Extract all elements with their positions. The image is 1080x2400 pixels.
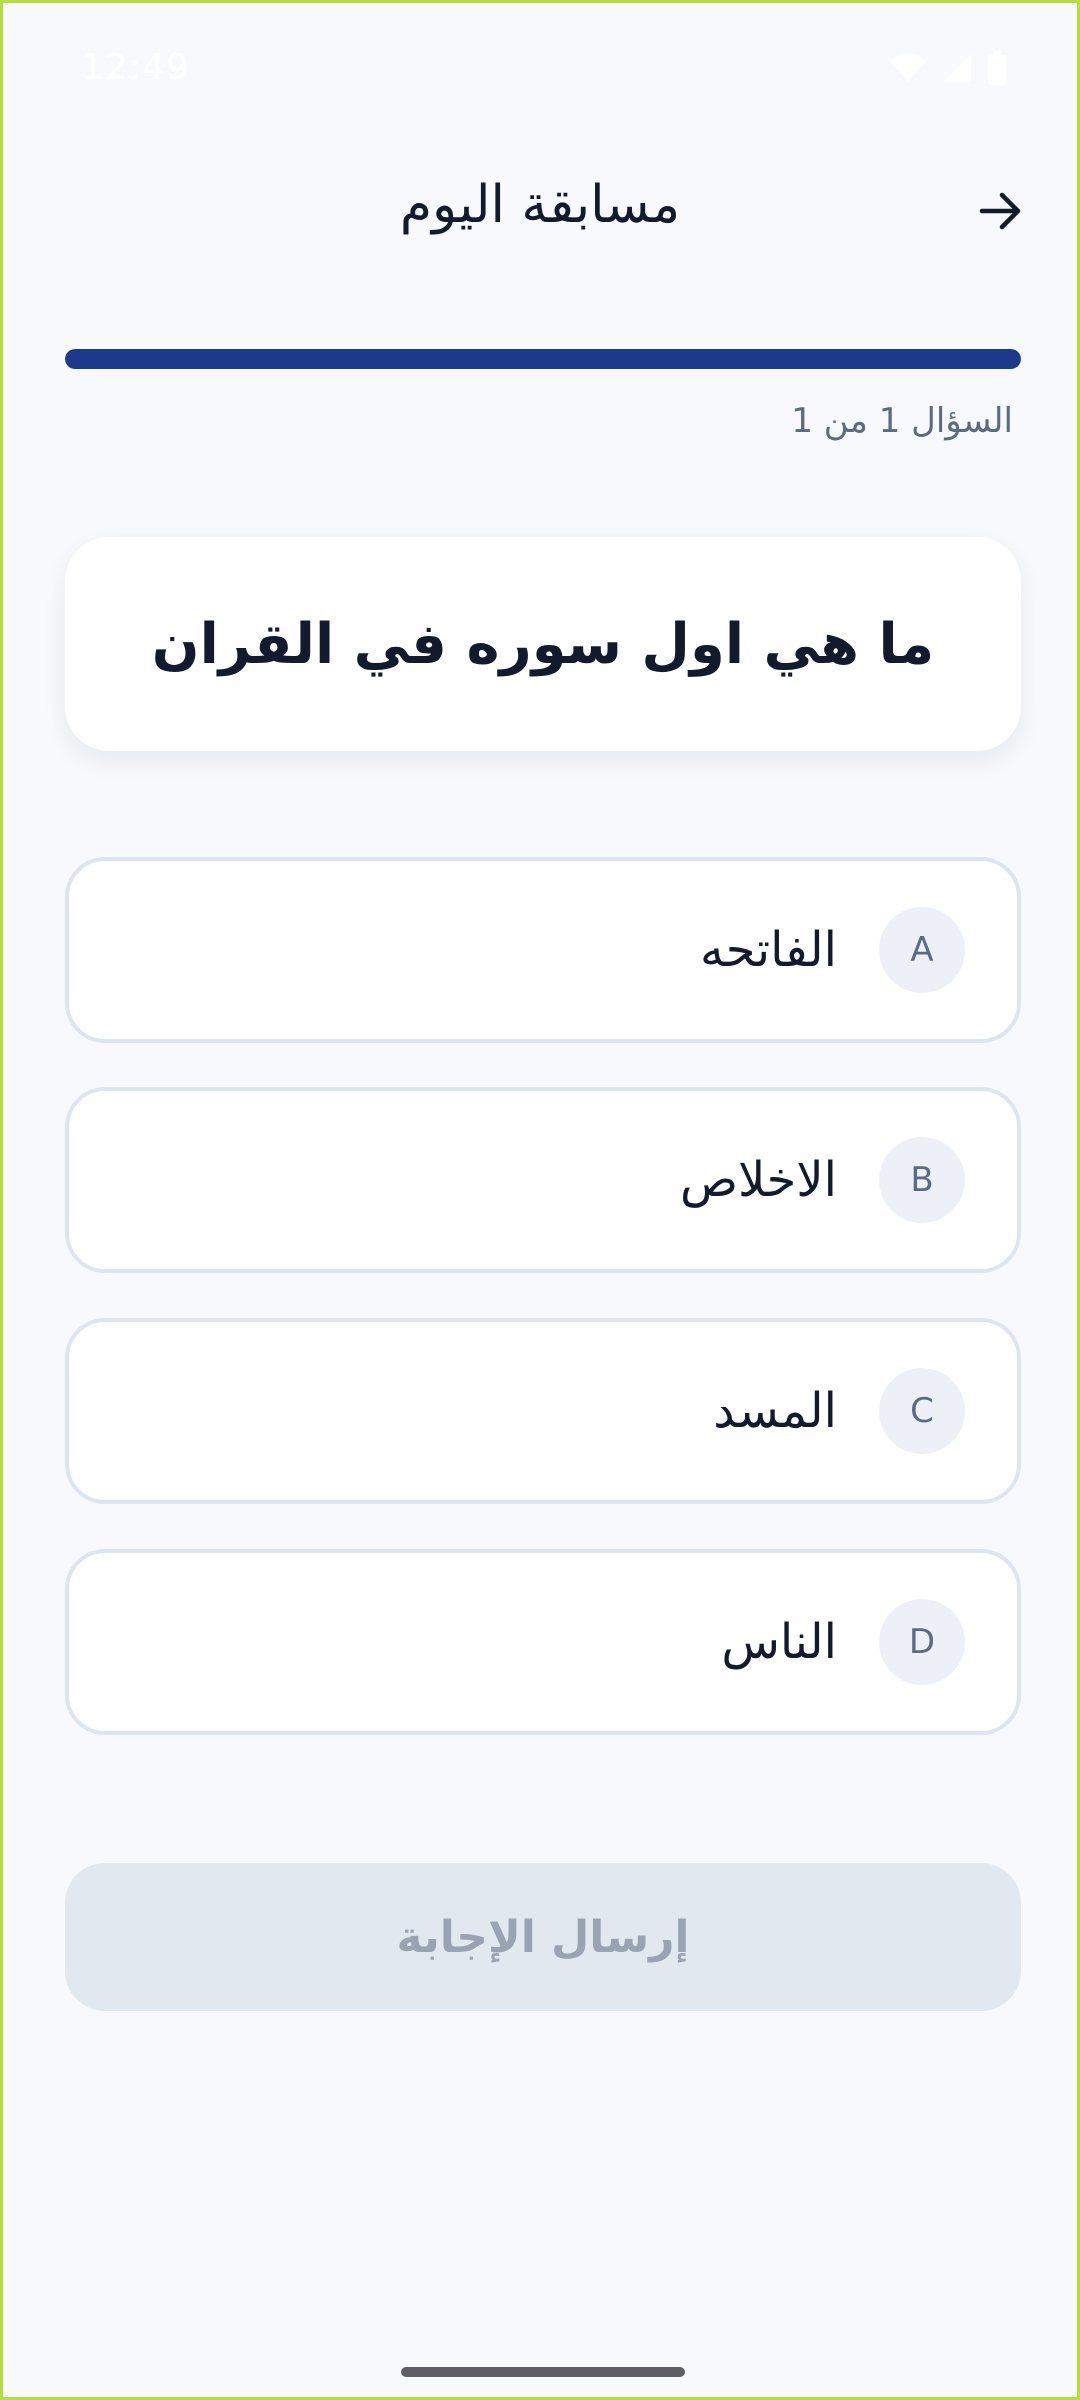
battery-icon (988, 51, 1006, 85)
home-indicator[interactable] (401, 2367, 685, 2377)
back-button[interactable] (969, 179, 1033, 243)
progress-bar (65, 349, 1021, 369)
cell-signal-icon (943, 54, 971, 82)
progress-fill (65, 349, 1021, 369)
option-text: المسد (713, 1383, 837, 1439)
option-letter-badge: A (879, 907, 965, 993)
progress-text: السؤال 1 من 1 (791, 401, 1013, 441)
option-d[interactable]: D الناس (65, 1549, 1021, 1735)
arrow-right-icon (979, 192, 1021, 230)
option-letter-badge: C (879, 1368, 965, 1454)
question-card: ما هي اول سوره في القران (65, 537, 1021, 751)
option-text: الاخلاص (679, 1152, 837, 1208)
status-bar: 12:49 (3, 3, 1077, 133)
option-text: الفاتحه (700, 922, 837, 978)
option-text: الناس (721, 1614, 837, 1670)
status-icons (889, 51, 1007, 85)
question-text: ما هي اول سوره في القران (151, 611, 935, 677)
header: مسابقة اليوم (3, 163, 1077, 263)
wifi-icon (890, 53, 926, 82)
option-letter-badge: D (879, 1599, 965, 1685)
option-letter-badge: B (879, 1137, 965, 1223)
option-c[interactable]: C المسد (65, 1318, 1021, 1504)
submit-answer-button[interactable]: إرسال الإجابة (65, 1863, 1021, 2011)
page-title: مسابقة اليوم (399, 175, 681, 235)
status-time: 12:49 (81, 47, 190, 88)
option-b[interactable]: B الاخلاص (65, 1087, 1021, 1273)
option-a[interactable]: A الفاتحه (65, 857, 1021, 1043)
